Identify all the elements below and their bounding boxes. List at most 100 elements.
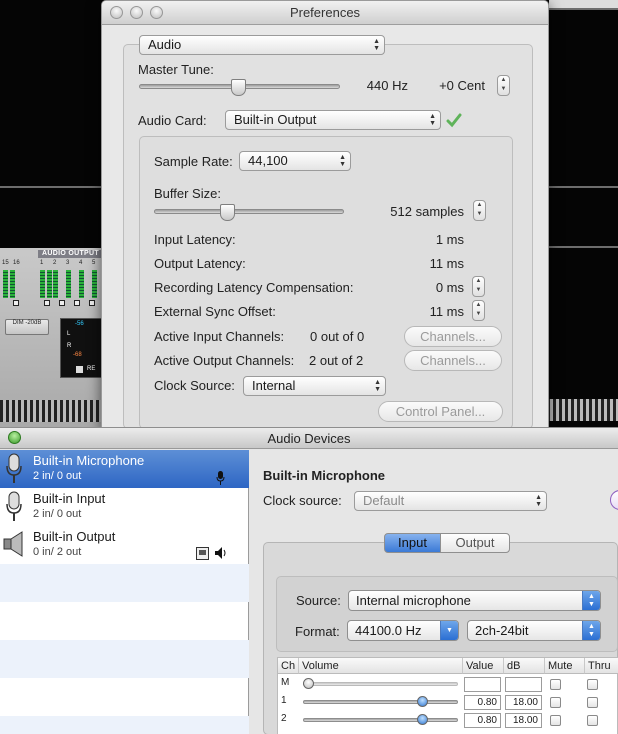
master-tune-label: Master Tune: — [138, 62, 214, 77]
device-name: Built-in Microphone — [33, 453, 145, 468]
lcd-value: RE — [87, 366, 96, 372]
list-stripe — [0, 564, 249, 602]
db-field[interactable]: 18.00 — [505, 695, 542, 710]
input-channels-button[interactable]: Channels... — [404, 326, 502, 347]
keyboard-strip — [0, 400, 103, 422]
mute-checkbox[interactable] — [550, 679, 561, 690]
column-header: Mute — [545, 658, 585, 674]
up-down-arrows-icon: ▲ ▼ — [373, 38, 380, 52]
channel-2-volume-slider[interactable] — [303, 718, 458, 722]
column-header: Thru — [585, 658, 618, 674]
master-volume-knob[interactable] — [303, 678, 314, 689]
channel-number: 4 — [79, 260, 83, 266]
thru-checkbox[interactable] — [587, 715, 598, 726]
master-tune-slider-knob[interactable] — [231, 79, 246, 96]
device-io: 2 in/ 0 out — [33, 508, 82, 520]
clock-source-value: Internal — [252, 378, 296, 393]
control-panel-button[interactable]: Control Panel... — [378, 401, 503, 422]
buffer-size-slider-track[interactable] — [154, 209, 344, 214]
channel-number: 1 — [40, 260, 44, 266]
category-value: Audio — [148, 37, 182, 52]
up-down-arrows-icon: ▲ ▼ — [339, 154, 346, 168]
tab-input[interactable]: Input — [384, 533, 441, 553]
microphone-icon — [6, 491, 22, 521]
mixer-toggle[interactable] — [59, 300, 65, 306]
sample-rate-popup[interactable]: 44,100 ▲ ▼ — [239, 151, 351, 171]
up-down-arrows-icon: ▲ ▼ — [429, 113, 436, 127]
recording-latency-compensation-value: 0 ms — [435, 280, 464, 295]
db-field[interactable] — [505, 677, 542, 692]
category-popup[interactable]: Audio ▲ ▼ — [139, 35, 385, 55]
zoom-window-button[interactable] — [150, 6, 163, 19]
external-sync-offset-value: 11 ms — [429, 304, 464, 319]
minimize-window-button[interactable] — [130, 6, 143, 19]
clock-source-popup[interactable]: Default ▲ ▼ — [354, 491, 547, 511]
value-field[interactable] — [464, 677, 501, 692]
value-field[interactable]: 0.80 — [464, 713, 501, 728]
recording-latency-compensation-label: Recording Latency Compensation: — [154, 280, 354, 295]
format-label: Format: — [295, 624, 340, 639]
source-popup[interactable]: Internal microphone ▲ ▼ — [348, 590, 601, 611]
buffer-size-value: 512 samples — [390, 204, 464, 219]
channel-1-volume-slider[interactable] — [303, 700, 458, 704]
clock-source-popup[interactable]: Internal ▲ ▼ — [243, 376, 386, 396]
lcd-value: R — [67, 343, 72, 349]
system-output-icon — [196, 547, 209, 560]
level-meter — [53, 270, 58, 298]
master-volume-slider[interactable] — [303, 682, 458, 686]
cent-stepper[interactable]: ▲ ▼ — [497, 75, 510, 96]
background-divider — [0, 186, 103, 188]
column-header: dB — [504, 658, 545, 674]
channel-1-volume-knob[interactable] — [417, 696, 428, 707]
active-input-channels-label: Active Input Channels: — [154, 329, 285, 344]
help-button[interactable] — [610, 490, 618, 510]
active-output-channels-label: Active Output Channels: — [154, 353, 295, 368]
level-meter — [92, 270, 97, 298]
mixer-toggle[interactable] — [13, 300, 19, 306]
format-bits-popup[interactable]: 2ch-24bit ▲ ▼ — [467, 620, 601, 641]
active-output-channels-value: 2 out of 2 — [309, 353, 364, 368]
format-bits-value: 2ch-24bit — [475, 623, 529, 638]
channel-number: 2 — [53, 260, 57, 266]
device-io: 0 in/ 2 out — [33, 546, 82, 558]
clock-source-label: Clock Source: — [154, 378, 235, 393]
device-row-built-in-microphone[interactable]: Built-in Microphone 2 in/ 0 out — [0, 450, 249, 488]
clock-source-label: Clock source: — [263, 493, 342, 508]
window-title: Audio Devices — [267, 431, 351, 446]
level-meter — [47, 270, 52, 298]
mixer-toggle[interactable] — [44, 300, 50, 306]
format-rate-popup[interactable]: 44100.0 Hz ▼ — [347, 620, 459, 641]
audio-card-popup[interactable]: Built-in Output ▲ ▼ — [225, 110, 441, 130]
dim-button[interactable]: DIM -20dB — [5, 319, 49, 335]
default-output-icon — [215, 547, 226, 559]
default-input-icon — [216, 471, 225, 485]
external-sync-stepper[interactable]: ▲ ▼ — [472, 300, 485, 321]
channel-2-volume-knob[interactable] — [417, 714, 428, 725]
buffer-size-slider-knob[interactable] — [220, 204, 235, 221]
mute-checkbox[interactable] — [550, 715, 561, 726]
up-down-arrows-icon: ▲ ▼ — [535, 494, 542, 508]
device-name: Built-in Input — [33, 491, 106, 506]
thru-checkbox[interactable] — [587, 679, 598, 690]
output-channels-button[interactable]: Channels... — [404, 350, 502, 371]
device-row-built-in-input[interactable]: Built-in Input 2 in/ 0 out — [0, 488, 249, 526]
tab-output[interactable]: Output — [440, 533, 510, 553]
value-field[interactable]: 0.80 — [464, 695, 501, 710]
db-field[interactable]: 18.00 — [505, 713, 542, 728]
mute-checkbox[interactable] — [550, 697, 561, 708]
buffer-size-stepper[interactable]: ▲ ▼ — [473, 200, 486, 221]
device-row-built-in-output[interactable]: Built-in Output 0 in/ 2 out — [0, 526, 249, 564]
mixer-toggle[interactable] — [74, 300, 80, 306]
background-divider — [549, 8, 618, 10]
thru-checkbox[interactable] — [587, 697, 598, 708]
window-title: Preferences — [289, 5, 361, 20]
close-window-button[interactable] — [110, 6, 123, 19]
source-value: Internal microphone — [356, 593, 471, 608]
mixer-title: AUDIO OUTPUT — [38, 250, 103, 258]
device-list[interactable]: Built-in Microphone 2 in/ 0 out Built-in… — [0, 450, 249, 734]
output-latency-label: Output Latency: — [154, 256, 246, 271]
chevron-down-icon: ▼ — [440, 621, 458, 640]
recording-latency-stepper[interactable]: ▲ ▼ — [472, 276, 485, 297]
zoom-window-button[interactable] — [8, 431, 21, 444]
mixer-toggle[interactable] — [89, 300, 95, 306]
